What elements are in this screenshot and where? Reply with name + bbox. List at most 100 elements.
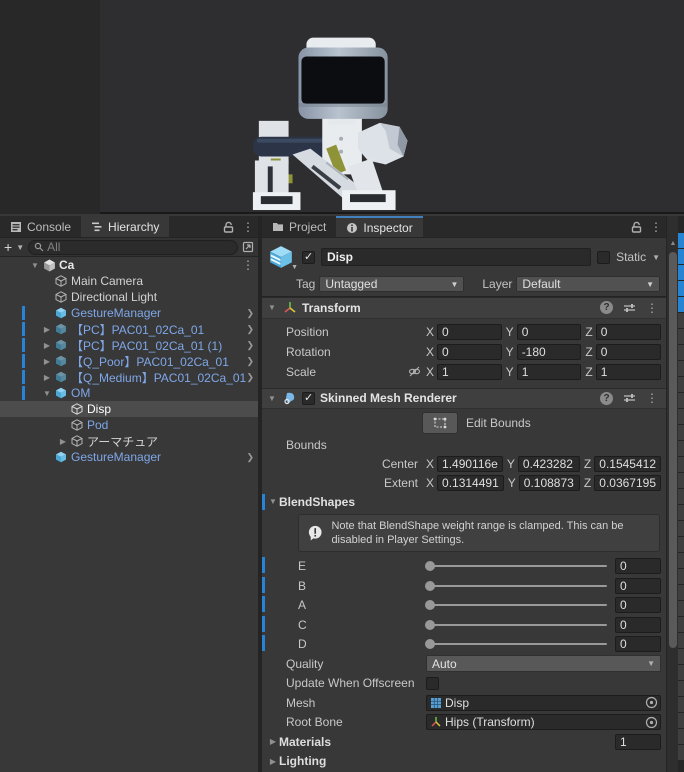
expander-closed-icon[interactable]: ▶ — [267, 757, 279, 766]
slider-value-field[interactable]: 0 — [615, 577, 661, 594]
presets-icon[interactable] — [623, 392, 636, 404]
position-z-field[interactable]: 0 — [595, 323, 662, 340]
object-picker-icon[interactable] — [645, 696, 658, 709]
active-checkbox[interactable] — [302, 250, 315, 264]
offscreen-checkbox[interactable] — [426, 676, 439, 690]
tab-console[interactable]: Console — [0, 216, 81, 237]
slider-handle[interactable] — [425, 600, 435, 611]
slider-handle[interactable] — [425, 561, 435, 572]
tree-row[interactable]: ▶ 【PC】PAC01_02Ca_01 ❯ — [0, 321, 258, 337]
prefab-chevron-icon[interactable]: ❯ — [246, 372, 254, 383]
scale-x-field[interactable]: 1 — [437, 363, 502, 380]
slider-track[interactable] — [425, 580, 607, 591]
edit-bounds-button[interactable] — [422, 411, 458, 434]
extent-y-field[interactable]: 0.108873 — [518, 475, 580, 492]
tree-row[interactable]: ▶ 【PC】PAC01_02Ca_01 (1) ❯ — [0, 337, 258, 353]
materials-count-field[interactable]: 1 — [615, 733, 661, 750]
menu-dots-icon[interactable]: ⋮ — [242, 220, 254, 234]
scene-picking-icon[interactable] — [242, 241, 254, 253]
static-checkbox[interactable] — [597, 250, 611, 264]
tree-row-selected[interactable]: Disp — [0, 401, 258, 417]
robot-model[interactable] — [230, 0, 470, 212]
scene-view[interactable] — [0, 0, 684, 214]
expander-closed-icon[interactable]: ▶ — [40, 325, 54, 334]
gameobject-icon[interactable]: ▼ — [268, 244, 298, 271]
center-z-field[interactable]: 0.1545412 — [594, 455, 661, 472]
tree-row[interactable]: ▶ 【Q_Medium】PAC01_02Ca_01 ❯ — [0, 369, 258, 385]
component-menu-icon[interactable]: ⋮ — [646, 301, 658, 315]
center-x-field[interactable]: 1.490116e — [437, 455, 503, 472]
add-object-button[interactable]: + — [4, 240, 12, 254]
tree-row[interactable]: ▶ アーマチュア — [0, 433, 258, 449]
slider-handle[interactable] — [425, 580, 435, 591]
slider-track[interactable] — [425, 561, 607, 572]
prefab-chevron-icon[interactable]: ❯ — [246, 340, 254, 351]
inspector-scrollbar[interactable]: ▲ — [666, 216, 678, 772]
unlock-icon[interactable] — [631, 221, 642, 233]
rootbone-object-field[interactable]: Hips (Transform) — [426, 714, 661, 731]
layer-dropdown[interactable]: Default ▼ — [516, 276, 660, 292]
tree-row[interactable]: Main Camera — [0, 273, 258, 289]
center-y-field[interactable]: 0.423282 — [517, 455, 580, 472]
lighting-row[interactable]: ▶ Lighting — [262, 751, 666, 771]
add-dropdown-icon[interactable]: ▼ — [16, 243, 24, 252]
presets-icon[interactable] — [623, 302, 636, 314]
slider-value-field[interactable]: 0 — [615, 558, 661, 575]
tree-row[interactable]: GestureManager ❯ — [0, 449, 258, 465]
tree-row[interactable]: ▶ 【Q_Poor】PAC01_02Ca_01 ❯ — [0, 353, 258, 369]
icon-dropdown-caret[interactable]: ▼ — [291, 264, 298, 271]
expander-open-icon[interactable]: ▼ — [267, 497, 279, 506]
extent-x-field[interactable]: 0.1314491 — [437, 475, 504, 492]
slider-track[interactable] — [425, 619, 607, 630]
gameobject-name-field[interactable]: Disp — [321, 248, 592, 266]
expander-open-icon[interactable]: ▼ — [40, 389, 54, 398]
expander-open-icon[interactable]: ▼ — [266, 303, 278, 312]
expander-open-icon[interactable]: ▼ — [266, 394, 278, 403]
expander-open-icon[interactable]: ▼ — [28, 261, 42, 270]
component-menu-icon[interactable]: ⋮ — [646, 391, 658, 405]
mesh-object-field[interactable]: Disp — [426, 694, 661, 711]
expander-closed-icon[interactable]: ▶ — [267, 737, 279, 746]
tree-row-scene[interactable]: ▼ Ca ⋮ — [0, 257, 258, 273]
expander-closed-icon[interactable]: ▶ — [40, 373, 54, 382]
slider-track[interactable] — [425, 600, 607, 611]
scale-y-field[interactable]: 1 — [516, 363, 582, 380]
tree-row[interactable]: Pod — [0, 417, 258, 433]
smr-header[interactable]: ▼ Skinned Mesh Renderer ? ⋮ — [262, 387, 666, 409]
slider-handle[interactable] — [425, 619, 435, 630]
tree-row[interactable]: GestureManager ❯ — [0, 305, 258, 321]
scale-z-field[interactable]: 1 — [595, 363, 662, 380]
prefab-chevron-icon[interactable]: ❯ — [246, 324, 254, 335]
constrain-proportions-icon[interactable] — [408, 365, 421, 378]
hierarchy-search-input[interactable]: All — [28, 239, 238, 255]
object-picker-icon[interactable] — [645, 716, 658, 729]
help-icon[interactable]: ? — [600, 301, 613, 315]
prefab-chevron-icon[interactable]: ❯ — [246, 452, 254, 463]
help-icon[interactable]: ? — [600, 391, 613, 405]
expander-closed-icon[interactable]: ▶ — [56, 437, 70, 446]
rotation-y-field[interactable]: -180 — [516, 343, 582, 360]
tab-inspector[interactable]: Inspector — [336, 216, 423, 237]
unlock-icon[interactable] — [223, 221, 234, 233]
position-y-field[interactable]: 0 — [516, 323, 582, 340]
menu-dots-icon[interactable]: ⋮ — [650, 220, 662, 234]
slider-track[interactable] — [425, 639, 607, 650]
position-x-field[interactable]: 0 — [437, 323, 502, 340]
quality-dropdown[interactable]: Auto ▼ — [426, 655, 661, 673]
slider-handle[interactable] — [425, 639, 435, 650]
extent-z-field[interactable]: 0.0367195 — [594, 475, 661, 492]
scene-menu-icon[interactable]: ⋮ — [242, 258, 254, 272]
rotation-x-field[interactable]: 0 — [437, 343, 502, 360]
expander-closed-icon[interactable]: ▶ — [40, 357, 54, 366]
prefab-chevron-icon[interactable]: ❯ — [246, 308, 254, 319]
slider-value-field[interactable]: 0 — [615, 636, 661, 653]
expander-closed-icon[interactable]: ▶ — [40, 341, 54, 350]
slider-value-field[interactable]: 0 — [615, 616, 661, 633]
tab-hierarchy[interactable]: Hierarchy — [81, 216, 170, 237]
blendshapes-foldout[interactable]: ▼ BlendShapes — [262, 493, 666, 511]
rotation-z-field[interactable]: 0 — [595, 343, 662, 360]
slider-value-field[interactable]: 0 — [615, 597, 661, 614]
tag-dropdown[interactable]: Untagged ▼ — [319, 276, 465, 292]
materials-row[interactable]: ▶ Materials 1 — [262, 732, 666, 752]
transform-header[interactable]: ▼ Transform ? ⋮ — [262, 297, 666, 319]
